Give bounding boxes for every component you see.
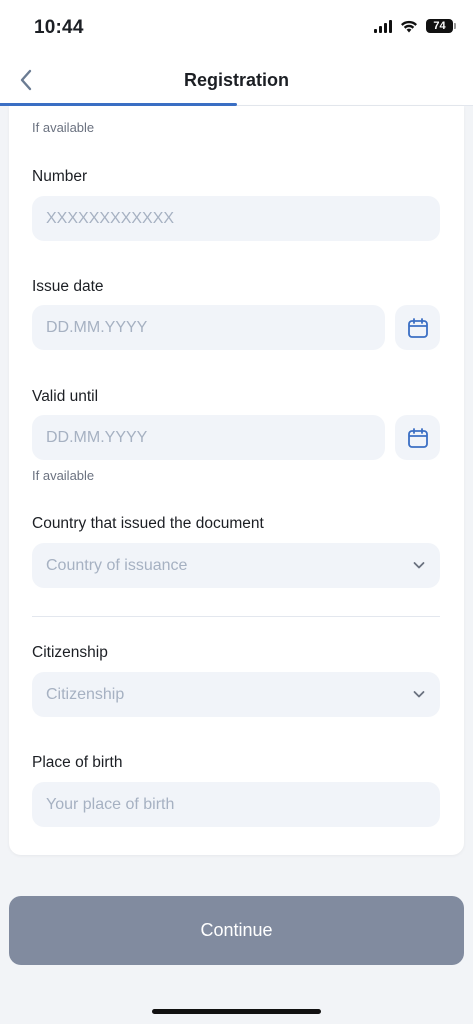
place-of-birth-label: Place of birth bbox=[32, 754, 123, 771]
number-input[interactable]: XXXXXXXXXXXX bbox=[32, 196, 440, 241]
number-label: Number bbox=[32, 168, 88, 185]
citizenship-placeholder: Citizenship bbox=[46, 685, 125, 703]
number-placeholder: XXXXXXXXXXXX bbox=[46, 209, 175, 227]
valid-until-placeholder: DD.MM.YYYY bbox=[46, 428, 148, 446]
issue-date-label: Issue date bbox=[32, 278, 104, 295]
continue-button[interactable]: Continue bbox=[9, 896, 464, 965]
chevron-down-icon bbox=[413, 562, 425, 569]
issue-date-input[interactable]: DD.MM.YYYY bbox=[32, 305, 385, 350]
calendar-icon bbox=[407, 427, 428, 448]
place-of-birth-input[interactable]: Your place of birth bbox=[32, 782, 440, 827]
status-bar: 10:44 74 bbox=[0, 0, 473, 56]
issuing-country-placeholder: Country of issuance bbox=[46, 556, 188, 574]
previous-field-hint: If available bbox=[32, 120, 95, 135]
issue-date-placeholder: DD.MM.YYYY bbox=[46, 318, 148, 336]
valid-until-input[interactable]: DD.MM.YYYY bbox=[32, 415, 385, 460]
battery-icon: 74 bbox=[426, 19, 456, 33]
valid-until-hint: If available bbox=[32, 468, 95, 483]
issue-date-calendar-button[interactable] bbox=[395, 305, 440, 350]
nav-bar: Registration bbox=[0, 56, 473, 106]
form-card: If available Number XXXXXXXXXXXX Issue d… bbox=[9, 106, 464, 855]
citizenship-label: Citizenship bbox=[32, 644, 108, 661]
section-divider bbox=[32, 616, 440, 617]
page-title: Registration bbox=[183, 70, 289, 90]
valid-until-label: Valid until bbox=[32, 388, 99, 405]
battery-level: 74 bbox=[433, 20, 446, 32]
chevron-down-icon bbox=[413, 691, 425, 698]
wifi-icon bbox=[401, 20, 417, 32]
home-indicator bbox=[152, 1009, 321, 1014]
issuing-country-select[interactable]: Country of issuance bbox=[32, 543, 440, 588]
status-icons: 74 bbox=[374, 19, 456, 33]
continue-label: Continue bbox=[200, 920, 273, 940]
valid-until-calendar-button[interactable] bbox=[395, 415, 440, 460]
issuing-country-label: Country that issued the document bbox=[32, 515, 264, 532]
citizenship-select[interactable]: Citizenship bbox=[32, 672, 440, 717]
signal-icon bbox=[374, 19, 392, 33]
place-of-birth-placeholder: Your place of birth bbox=[46, 795, 175, 813]
calendar-icon bbox=[407, 317, 428, 338]
status-time: 10:44 bbox=[34, 17, 84, 38]
